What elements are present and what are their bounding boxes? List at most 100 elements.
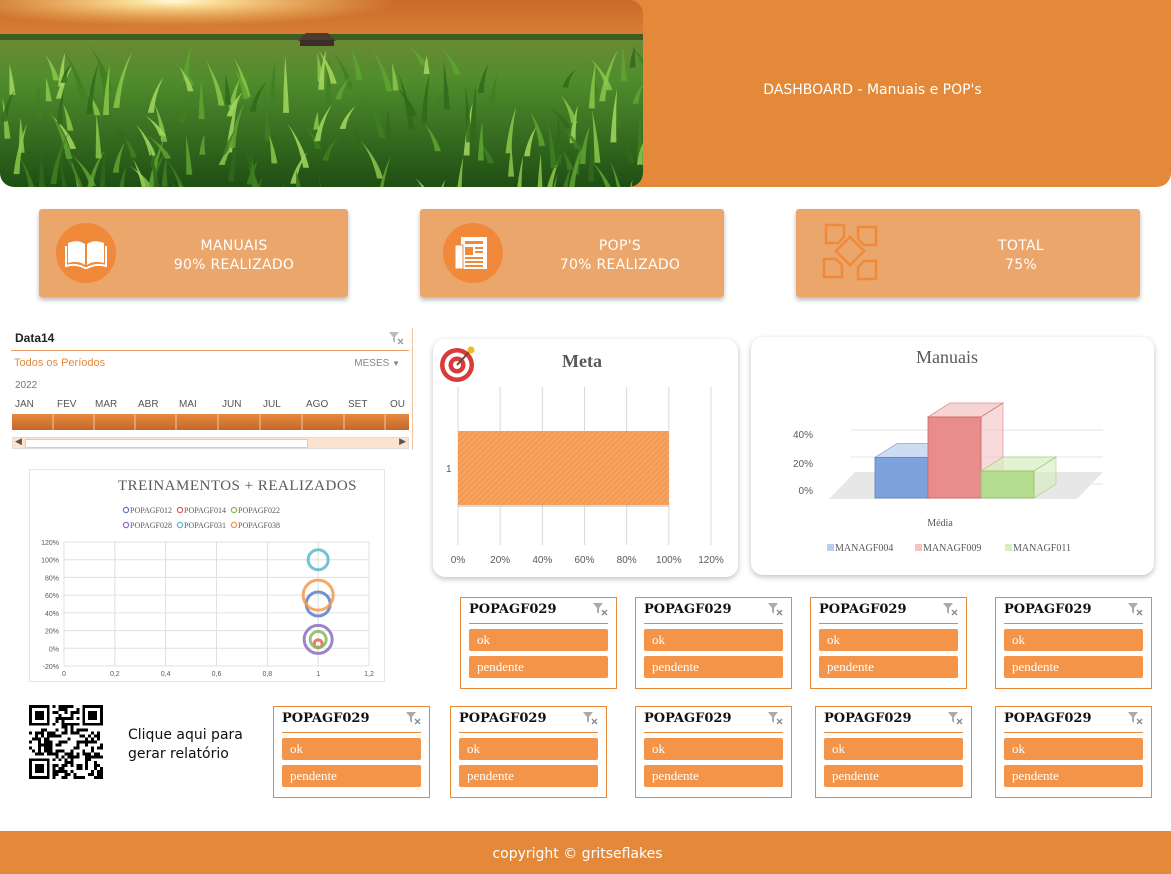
slicer-title: POPAGF029 [469,602,557,617]
timeline-month[interactable]: OU [390,399,405,410]
slicer-item-ok[interactable]: ok [282,738,421,760]
legend-label: POPAGF012 [130,506,172,515]
legend-label: POPAGF031 [184,521,226,530]
slicer-divider [282,732,421,733]
scroll-left-icon[interactable]: ◀ [15,436,22,447]
timeline-month[interactable]: ABR [138,399,159,410]
slicer-item-pendente[interactable]: pendente [469,656,608,678]
slicer-title: POPAGF029 [824,711,912,726]
clear-filter-icon[interactable] [942,602,958,616]
clear-filter-icon[interactable] [388,331,404,345]
slicer-item-pendente[interactable]: pendente [644,765,783,787]
slicer-item-ok[interactable]: ok [644,738,783,760]
manuais-plot: 0% 20% 40% Média MANAGF004 MANAGF009 MANAGF011 [793,402,1103,554]
y-tick-label: 40% [45,611,59,618]
kpi-manuais-label: MANUAIS [200,238,268,254]
slicer-item-ok[interactable]: ok [1004,629,1143,651]
y-tick-label: 0% [49,646,59,653]
timeline-divider [11,350,409,351]
timeline-month[interactable]: JUL [263,399,281,410]
scroll-right-icon[interactable]: ▶ [399,436,406,447]
slicer-item-pendente[interactable]: pendente [459,765,598,787]
slicer-item-ok[interactable]: ok [459,738,598,760]
slicer-popagf029[interactable]: POPAGF029 ok pendente [635,597,792,689]
slicer-popagf029[interactable]: POPAGF029 ok pendente [635,706,792,798]
slicer-divider [1004,623,1143,624]
meta-bar [458,431,669,505]
slicer-item-ok[interactable]: ok [1004,738,1143,760]
x-tick-label: 100% [656,555,682,566]
clear-filter-icon[interactable] [767,602,783,616]
timeline-period-label: Todos os Períodos [14,357,106,369]
slicer-popagf029[interactable]: POPAGF029 ok pendente [810,597,967,689]
x-category-label: Média [927,518,953,529]
kpi-card-manuais: MANUAIS 90% REALIZADO [39,209,348,297]
clear-filter-icon[interactable] [405,711,421,725]
slicer-popagf029[interactable]: POPAGF029 ok pendente [995,597,1152,689]
y-tick-label: 60% [45,593,59,600]
slicer-title: POPAGF029 [282,711,370,726]
slicer-title: POPAGF029 [644,602,732,617]
qr-code[interactable] [28,705,104,779]
legend-label: POPAGF014 [184,506,226,515]
legend-label: MANAGF011 [1013,543,1071,554]
slicer-item-pendente[interactable]: pendente [1004,765,1143,787]
generate-report-link[interactable]: Clique aqui para gerar relatório [128,726,243,764]
x-tick-label: 0% [451,555,466,566]
slicer-item-pendente[interactable]: pendente [824,765,963,787]
x-tick-label: 0,2 [110,671,120,678]
slicer-item-pendente[interactable]: pendente [1004,656,1143,678]
slicer-popagf029[interactable]: POPAGF029 ok pendente [450,706,607,798]
report-link-line1: Clique aqui para [128,727,243,743]
y-category-label: 1 [446,464,452,475]
bar-managf011 [980,470,1035,499]
slicer-popagf029[interactable]: POPAGF029 ok pendente [995,706,1152,798]
kpi-card-pops: POP'S 70% REALIZADO [420,209,724,297]
clear-filter-icon[interactable] [582,711,598,725]
timeline-month[interactable]: MAR [95,399,117,410]
timeline-month[interactable]: MAI [179,399,197,410]
bar-managf009 [927,416,982,499]
report-link-line2: gerar relatório [128,746,229,762]
slicer-divider [644,732,783,733]
timeline-month[interactable]: JAN [15,399,34,410]
treinamentos-chart: TREINAMENTOS + REALIZADOS POPAGF012 POPAG… [29,469,385,682]
timeline-slicer[interactable]: Data14 Todos os Períodos MESES ▼ 2022 JA… [7,328,413,450]
timeline-month[interactable]: JUN [222,399,241,410]
timeline-scrollbar[interactable]: ◀ ▶ [12,436,409,449]
slicer-divider [469,623,608,624]
timeline-month[interactable]: FEV [57,399,76,410]
slicer-divider [824,732,963,733]
clear-filter-icon[interactable] [767,711,783,725]
clear-filter-icon[interactable] [1127,602,1143,616]
clear-filter-icon[interactable] [947,711,963,725]
hero-cornfield-image [0,0,643,187]
kpi-card-total: TOTAL 75% [796,209,1140,297]
timeline-selection-bar[interactable] [12,414,409,430]
y-tick-label: 20% [793,459,813,470]
slicer-popagf029[interactable]: POPAGF029 ok pendente [273,706,430,798]
open-book-icon [56,223,116,283]
slicer-item-ok[interactable]: ok [824,738,963,760]
timeline-scroll-thumb[interactable] [25,439,308,448]
clear-filter-icon[interactable] [1127,711,1143,725]
slicer-item-pendente[interactable]: pendente [644,656,783,678]
slicer-item-ok[interactable]: ok [819,629,958,651]
slicer-item-ok[interactable]: ok [469,629,608,651]
timeline-month[interactable]: AGO [306,399,328,410]
x-tick-label: 0,4 [161,671,171,678]
slicer-item-pendente[interactable]: pendente [282,765,421,787]
x-tick-label: 120% [698,555,724,566]
x-tick-label: 1 [316,671,320,678]
slicer-item-pendente[interactable]: pendente [819,656,958,678]
legend-marker [176,521,184,529]
slicer-item-ok[interactable]: ok [644,629,783,651]
slicer-popagf029[interactable]: POPAGF029 ok pendente [815,706,972,798]
meta-chart: Meta 0% 20% 40% 60% 80% 100% 120% 1 [433,339,738,577]
timeline-unit-dropdown[interactable]: MESES ▼ [354,358,400,369]
legend-marker [122,521,130,529]
x-tick-label: 0,6 [212,671,222,678]
timeline-month[interactable]: SET [348,399,367,410]
clear-filter-icon[interactable] [592,602,608,616]
slicer-popagf029[interactable]: POPAGF029 ok pendente [460,597,617,689]
